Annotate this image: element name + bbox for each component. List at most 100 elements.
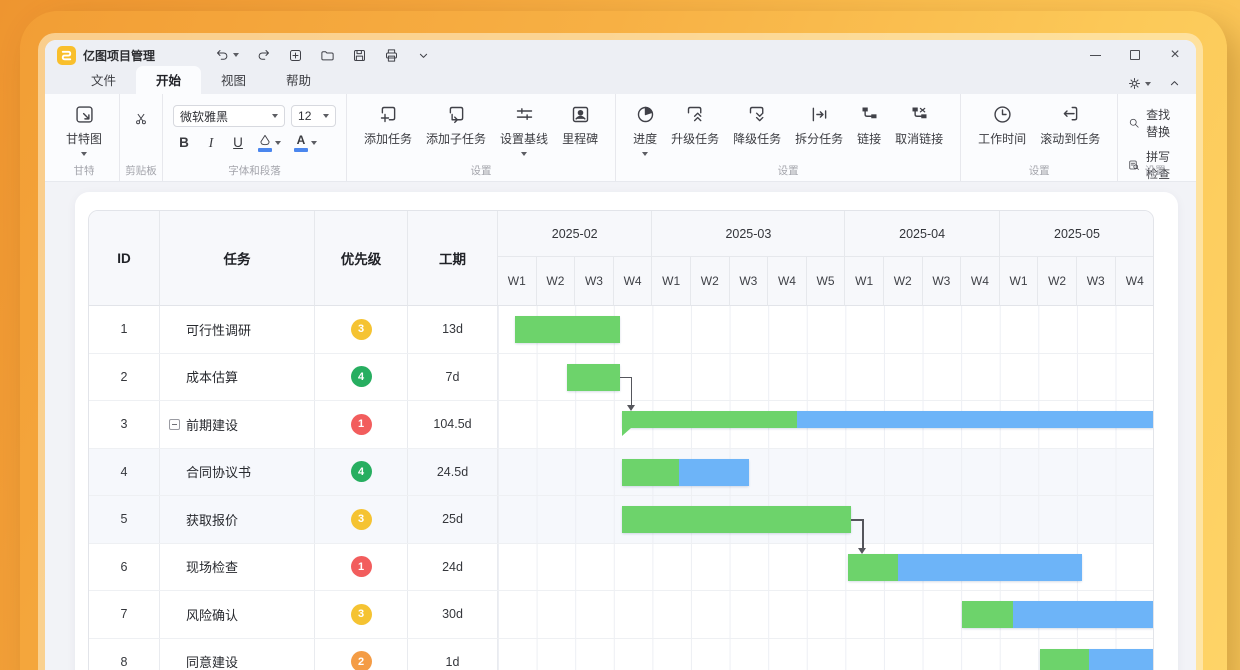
table-row[interactable]: 7 风险确认 3 30d (89, 591, 498, 639)
timeline-week: W3 (1077, 257, 1116, 306)
font-color-button[interactable]: A (294, 134, 317, 152)
column-header-priority[interactable]: 优先级 (315, 211, 408, 306)
gantt-task-bar[interactable] (567, 364, 619, 391)
timeline-week-row: W1W2W3W4W1W2W3W4W5W1W2W3W4W1W2W3W4 (498, 257, 1154, 306)
table-row[interactable]: 5 获取报价 3 25d (89, 496, 498, 544)
maximize-button[interactable] (1128, 48, 1142, 62)
table-row[interactable]: 4 合同协议书 4 24.5d (89, 449, 498, 497)
fill-color-button[interactable] (258, 134, 281, 152)
bar-remaining-segment (898, 554, 1083, 581)
gantt-task-bar[interactable] (515, 316, 619, 343)
tab-help[interactable]: 帮助 (266, 66, 331, 94)
task-name-cell[interactable]: 合同协议书 (160, 449, 315, 496)
table-row[interactable]: 6 现场检查 1 24d (89, 544, 498, 592)
table-row[interactable]: 1 可行性调研 3 13d (89, 306, 498, 354)
underline-button[interactable]: U (231, 135, 245, 150)
timeline-week: W1 (1000, 257, 1039, 306)
timeline-week: W4 (961, 257, 1000, 306)
tab-view[interactable]: 视图 (201, 66, 266, 94)
print-button[interactable] (384, 48, 399, 63)
timeline-month-row: 2025-022025-032025-042025-05 (498, 211, 1154, 257)
gantt-task-bar[interactable] (622, 459, 749, 486)
add-task-button[interactable]: 添加任务 (357, 102, 419, 149)
minimize-button[interactable] (1088, 48, 1102, 62)
bar-remaining-segment (679, 459, 748, 486)
tab-home[interactable]: 开始 (136, 66, 201, 94)
promote-task-button[interactable]: 升级任务 (664, 102, 726, 149)
gantt-task-bar[interactable] (1040, 649, 1154, 670)
column-header-id[interactable]: ID (89, 211, 160, 306)
gantt-chart-icon (74, 104, 95, 125)
task-name: 风险确认 (186, 605, 238, 624)
gantt-task-bar[interactable] (848, 554, 1082, 581)
unlink-icon (909, 104, 930, 125)
collapse-icon[interactable] (169, 419, 180, 430)
task-name: 成本估算 (186, 367, 238, 386)
italic-button[interactable]: I (204, 135, 218, 151)
collapse-ribbon-button[interactable] (1167, 76, 1182, 91)
task-name-cell[interactable]: 可行性调研 (160, 306, 315, 353)
task-id: 4 (89, 449, 160, 496)
task-name-cell[interactable]: 成本估算 (160, 354, 315, 401)
new-document-button[interactable] (288, 48, 303, 63)
ribbon-group-clipboard: 剪贴板 (120, 94, 163, 181)
split-task-button[interactable]: 拆分任务 (788, 102, 850, 149)
set-baseline-button[interactable]: 设置基线 (493, 102, 555, 158)
gantt-chart-button[interactable]: 甘特图 (59, 102, 109, 158)
gantt-summary-bar[interactable] (622, 411, 1154, 428)
gantt-task-bar[interactable] (622, 506, 852, 533)
column-header-duration[interactable]: 工期 (408, 211, 498, 306)
task-id: 7 (89, 591, 160, 638)
gantt-task-bar[interactable] (962, 601, 1154, 628)
find-replace-button[interactable]: 查找替换 (1128, 106, 1182, 140)
tab-file[interactable]: 文件 (71, 66, 136, 94)
task-id: 6 (89, 544, 160, 591)
work-time-button[interactable]: 工作时间 (971, 102, 1033, 149)
column-header-task[interactable]: 任务 (160, 211, 315, 306)
task-id: 1 (89, 306, 160, 353)
add-subtask-button[interactable]: 添加子任务 (419, 102, 493, 149)
timeline-month: 2025-02 (498, 211, 652, 257)
settings-gear-button[interactable] (1127, 76, 1151, 91)
task-name-cell[interactable]: 前期建设 (160, 401, 315, 448)
priority-cell: 2 (315, 639, 408, 670)
open-file-button[interactable] (320, 48, 335, 63)
add-task-icon (378, 104, 399, 125)
save-button[interactable] (352, 48, 367, 63)
timeline-week: W1 (652, 257, 691, 306)
timeline-week: W2 (537, 257, 576, 306)
group-label: 设置 (347, 163, 615, 178)
ribbon-group-font: 微软雅黑 12 B I U (163, 94, 347, 181)
more-commands-button[interactable] (416, 48, 431, 63)
chart-row (498, 449, 1153, 497)
task-name-cell[interactable]: 同意建设 (160, 639, 315, 670)
font-name-select[interactable]: 微软雅黑 (173, 105, 285, 127)
undo-button[interactable] (215, 48, 239, 63)
table-row[interactable]: 8 同意建设 2 1d (89, 639, 498, 670)
clock-icon (992, 104, 1013, 125)
task-name-cell[interactable]: 现场检查 (160, 544, 315, 591)
dependency-link (620, 377, 631, 379)
dependency-arrowhead-icon (627, 405, 635, 411)
fill-color-icon (258, 134, 272, 146)
close-button[interactable]: × (1168, 48, 1182, 62)
link-button[interactable]: 链接 (850, 102, 888, 149)
milestone-button[interactable]: 里程碑 (555, 102, 605, 149)
gantt-chart-area (498, 306, 1153, 670)
task-name-cell[interactable]: 获取报价 (160, 496, 315, 543)
unlink-button[interactable]: 取消链接 (888, 102, 950, 149)
font-size-select[interactable]: 12 (291, 105, 336, 127)
task-name: 获取报价 (186, 510, 238, 529)
demote-task-button[interactable]: 降级任务 (726, 102, 788, 149)
timeline-header: 2025-022025-032025-042025-05 W1W2W3W4W1W… (498, 211, 1154, 306)
timeline-month: 2025-04 (845, 211, 999, 257)
scroll-to-task-button[interactable]: 滚动到任务 (1033, 102, 1107, 149)
redo-button[interactable] (256, 48, 271, 63)
bold-button[interactable]: B (177, 135, 191, 150)
cut-icon[interactable] (134, 112, 148, 126)
task-name-cell[interactable]: 风险确认 (160, 591, 315, 638)
progress-button[interactable]: 进度 (626, 102, 664, 158)
table-row[interactable]: 2 成本估算 4 7d (89, 354, 498, 402)
table-row[interactable]: 3 前期建设 1 104.5d (89, 401, 498, 449)
gantt-card: ID 任务 优先级 工期 2025-022025-032025-042025-0… (75, 192, 1178, 670)
